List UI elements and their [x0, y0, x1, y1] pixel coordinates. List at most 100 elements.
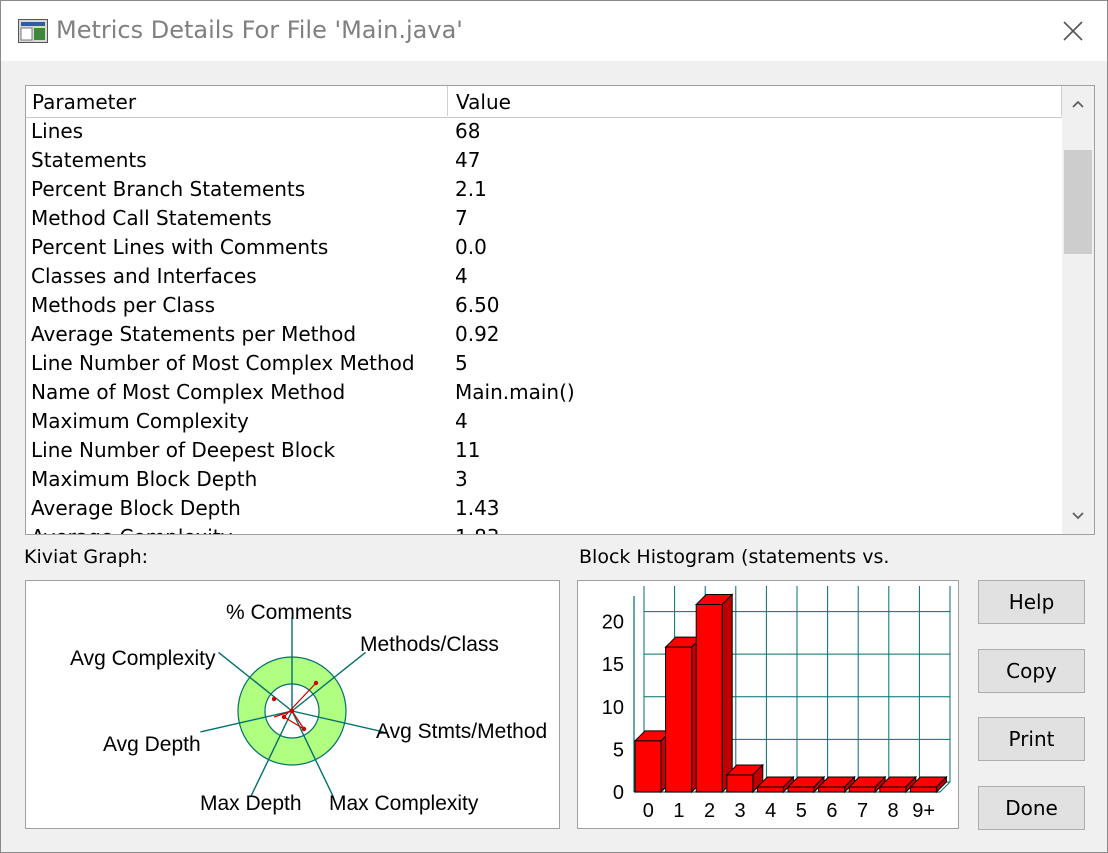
value-cell: 6.50 — [455, 293, 500, 317]
histogram-bar — [787, 786, 815, 793]
histogram-bar-side — [721, 593, 733, 794]
print-button[interactable]: Print — [978, 717, 1085, 761]
y-tick-label: 20 — [602, 612, 624, 634]
parameter-cell: Method Call Statements — [31, 206, 272, 230]
parameter-cell: Percent Branch Statements — [31, 177, 306, 201]
histogram-bar — [879, 786, 907, 793]
histogram-bar — [665, 646, 693, 793]
value-cell: 4 — [455, 264, 468, 288]
value-cell: 47 — [455, 148, 481, 172]
histogram-bar — [726, 774, 754, 793]
kiviat-point — [281, 714, 287, 720]
value-cell: 5 — [455, 351, 468, 375]
x-tick-label: 3 — [735, 800, 746, 822]
table-row[interactable]: Classes and Interfaces 4 — [26, 262, 1062, 291]
kiviat-axis-label-comments: % Comments — [226, 601, 352, 624]
list-header: Parameter Value — [26, 86, 1062, 118]
histogram-bar — [695, 604, 723, 793]
kiviat-axes — [200, 617, 384, 797]
parameter-cell: Name of Most Complex Method — [31, 380, 346, 404]
table-row[interactable]: Percent Branch Statements 2.1 — [26, 175, 1062, 204]
metrics-list[interactable]: Parameter Value Lines 68 Statements 47 Perce… — [25, 85, 1095, 535]
x-tick-label: 5 — [796, 800, 807, 822]
kiviat-graph: % Comments Methods/Class Avg Stmts/Metho… — [25, 580, 560, 829]
x-tick-label: 2 — [704, 800, 715, 822]
kiviat-axis-label-avg-complexity: Avg Complexity — [70, 647, 216, 670]
histogram-bar — [848, 786, 876, 793]
close-icon — [1063, 21, 1083, 41]
table-row[interactable]: Line Number of Deepest Block 11 — [26, 436, 1062, 465]
table-row[interactable]: Maximum Block Depth 3 — [26, 465, 1062, 494]
parameter-cell: Classes and Interfaces — [31, 264, 257, 288]
vertical-scrollbar[interactable] — [1062, 86, 1094, 534]
value-cell: 0.0 — [455, 235, 487, 259]
table-row[interactable]: Line Number of Most Complex Method 5 — [26, 349, 1062, 378]
scroll-thumb[interactable] — [1064, 150, 1092, 254]
close-button[interactable] — [1041, 9, 1105, 53]
parameter-cell: Line Number of Deepest Block — [31, 438, 336, 462]
parameter-cell: Statements — [31, 148, 147, 172]
x-tick-label: 8 — [888, 800, 899, 822]
kiviat-point — [313, 680, 319, 686]
parameter-cell: Average Statements per Method — [31, 322, 357, 346]
kiviat-svg: % Comments Methods/Class Avg Stmts/Metho… — [70, 601, 547, 815]
metrics-dialog: Metrics Details For File 'Main.java' Par… — [0, 0, 1108, 853]
y-tick-label: 15 — [602, 654, 624, 676]
parameter-cell: Average Block Depth — [31, 496, 241, 520]
y-tick-label: 0 — [613, 782, 624, 804]
parameter-cell: Maximum Block Depth — [31, 467, 258, 491]
block-histogram: 0 5 10 15 20 0 1 2 3 4 5 6 7 8 9+ — [577, 580, 959, 829]
help-button[interactable]: Help — [978, 580, 1085, 624]
chevron-down-icon — [1072, 512, 1084, 520]
table-row[interactable]: Average Statements per Method 0.92 — [26, 320, 1062, 349]
table-row[interactable]: Lines 68 — [26, 117, 1062, 146]
list-rows: Lines 68 Statements 47 Percent Branch Statem… — [26, 117, 1062, 534]
y-tick-label: 10 — [602, 697, 624, 719]
done-button[interactable]: Done — [978, 786, 1085, 830]
y-tick-label: 5 — [613, 739, 624, 761]
table-row[interactable]: Statements 47 — [26, 146, 1062, 175]
x-tick-label: 4 — [765, 800, 776, 822]
histogram-svg: 051015200 1 2 3 4 5 6 7 8 9+ — [602, 586, 951, 822]
x-tick-label: 9+ — [912, 800, 935, 822]
window-title: Metrics Details For File 'Main.java' — [56, 16, 463, 44]
chevron-up-icon — [1072, 100, 1084, 108]
copy-button[interactable]: Copy — [978, 649, 1085, 693]
histogram-bar — [818, 786, 846, 793]
title-bar: Metrics Details For File 'Main.java' — [1, 1, 1107, 61]
table-row[interactable]: Average Complexity 1.83 — [26, 523, 1062, 534]
kiviat-point — [289, 708, 295, 714]
table-row[interactable]: Average Block Depth 1.43 — [26, 494, 1062, 523]
histogram-bar — [756, 786, 784, 793]
column-header-parameter[interactable]: Parameter — [26, 86, 448, 116]
value-cell: 2.1 — [455, 177, 487, 201]
x-tick-label: 6 — [826, 800, 837, 822]
app-icon — [18, 19, 48, 43]
table-row[interactable]: Method Call Statements 7 — [26, 204, 1062, 233]
kiviat-point — [271, 696, 277, 702]
value-cell: 4 — [455, 409, 468, 433]
kiviat-axis-label-methods-class: Methods/Class — [360, 633, 499, 656]
parameter-cell: Lines — [31, 119, 84, 143]
value-cell: 7 — [455, 206, 468, 230]
histogram-label: Block Histogram (statements vs. — [579, 546, 890, 568]
table-row[interactable]: Maximum Complexity 4 — [26, 407, 1062, 436]
parameter-cell: Line Number of Most Complex Method — [31, 351, 415, 375]
value-cell: 11 — [455, 438, 481, 462]
table-row[interactable]: Methods per Class 6.50 — [26, 291, 1062, 320]
parameter-cell: Percent Lines with Comments — [31, 235, 329, 259]
x-tick-label: 1 — [673, 800, 684, 822]
kiviat-axis-label-avg-depth: Avg Depth — [103, 733, 201, 756]
table-row[interactable]: Percent Lines with Comments 0.0 — [26, 233, 1062, 262]
kiviat-axis-label-max-complexity: Max Complexity — [329, 792, 479, 815]
parameter-cell: Maximum Complexity — [31, 409, 249, 433]
value-cell: 1.83 — [455, 525, 500, 534]
value-cell: 68 — [455, 119, 481, 143]
scroll-up-button[interactable] — [1062, 86, 1094, 122]
table-row[interactable]: Name of Most Complex Method Main.main() — [26, 378, 1062, 407]
parameter-cell: Methods per Class — [31, 293, 215, 317]
column-header-value[interactable]: Value — [448, 86, 1062, 116]
scroll-down-button[interactable] — [1062, 498, 1094, 534]
x-tick-label: 7 — [857, 800, 868, 822]
kiviat-label: Kiviat Graph: — [24, 546, 149, 568]
